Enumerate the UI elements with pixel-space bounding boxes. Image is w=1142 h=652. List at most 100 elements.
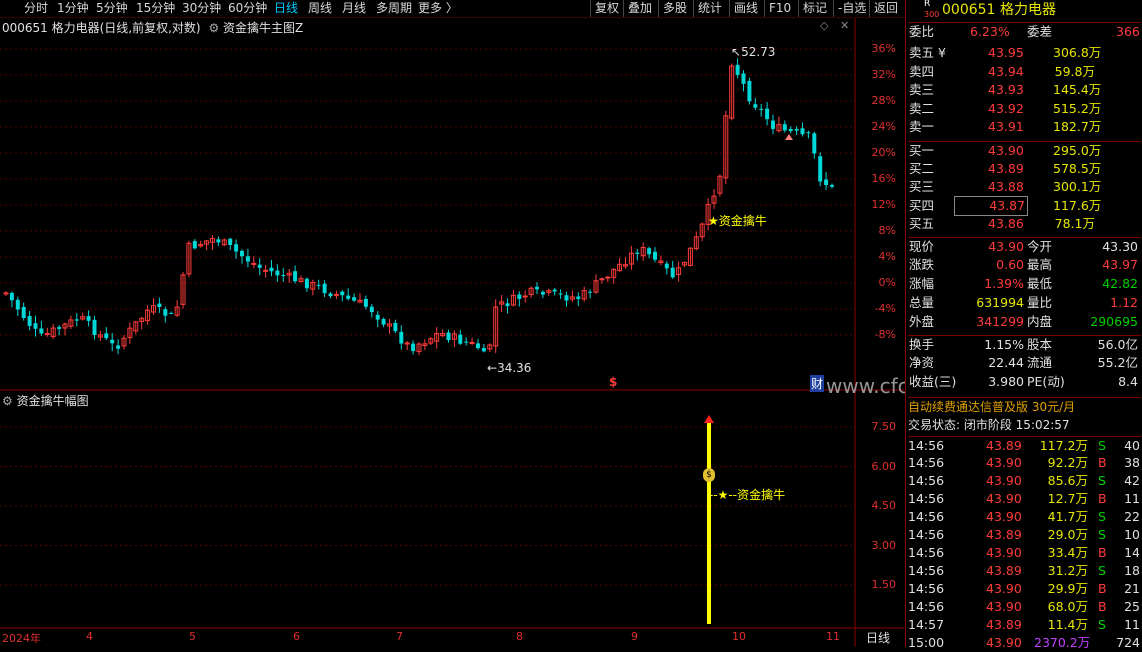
bid-label: 买二: [909, 160, 935, 176]
toolbar-button-2[interactable]: 多股: [663, 1, 687, 15]
tab-0[interactable]: 分时: [24, 1, 48, 15]
candle-body-down: [157, 303, 162, 308]
tick-time: 14:56: [908, 599, 945, 614]
candle-body-down: [393, 322, 398, 332]
candle-body-up: [3, 292, 9, 295]
candle-body-down: [824, 179, 829, 186]
bid-price[interactable]: 43.87: [954, 195, 1028, 216]
toolbar-button-7[interactable]: -自选: [838, 1, 866, 15]
ask-label: 卖四: [909, 63, 935, 79]
bid-price[interactable]: 43.89: [988, 160, 1024, 178]
bid-volume: 578.5万: [1053, 160, 1102, 176]
chart-title-text: 000651 格力电器(日线,前复权,对数): [2, 21, 201, 35]
tab-3[interactable]: 15分钟: [136, 1, 175, 15]
candle-body-down: [806, 132, 811, 134]
indicator-name[interactable]: 资金擒牛主图Z: [223, 21, 303, 35]
bid-row: 买四 43.87 117.6万: [908, 195, 1141, 216]
ask-price[interactable]: 43.94: [988, 63, 1024, 81]
bid-label: 买三: [909, 179, 935, 194]
tick-time: 15:00: [908, 635, 945, 650]
tick-time: 14:56: [908, 455, 945, 470]
candle-body-down: [765, 108, 770, 120]
candle-body-down: [782, 124, 787, 131]
tick-time: 14:56: [908, 438, 945, 453]
candle-body-down: [540, 291, 545, 295]
candle-body-down: [476, 343, 480, 349]
toolbar-button-1[interactable]: 叠加: [628, 1, 652, 15]
period-label[interactable]: 日线: [866, 629, 890, 646]
bid-price[interactable]: 43.86: [988, 215, 1024, 233]
stat2-label: 股本: [1027, 337, 1053, 352]
ask-label: 卖一: [909, 119, 935, 134]
tab-2[interactable]: 5分钟: [96, 1, 128, 15]
tab-10[interactable]: 更多 〉: [418, 1, 458, 15]
candle-body-down: [381, 319, 386, 325]
toolbar-separator: [693, 0, 694, 17]
candle-body-down: [110, 339, 115, 344]
toolbar-button-4[interactable]: 画线: [734, 1, 758, 15]
candle-body-down: [369, 306, 374, 313]
tab-1[interactable]: 1分钟: [57, 1, 89, 15]
candle-body-down: [647, 248, 652, 255]
finance-marker-icon[interactable]: 财: [810, 375, 825, 392]
sub-gear-icon[interactable]: ⚙: [2, 394, 13, 408]
bid-price[interactable]: 43.88: [988, 178, 1024, 196]
candle-body-down: [558, 293, 563, 295]
stat2-row: 收益(三) 3.980 PE(动) 8.4: [908, 373, 1141, 391]
ask-price[interactable]: 43.92: [988, 100, 1024, 118]
tick-side: B: [1098, 581, 1107, 596]
ask-volume: 145.4万: [1053, 82, 1102, 97]
tab-8[interactable]: 月线: [342, 1, 366, 15]
ask-price[interactable]: 43.91: [988, 118, 1024, 136]
tick-count: 11: [1124, 491, 1140, 506]
ask-volume: 182.7万: [1053, 119, 1102, 134]
ask-price[interactable]: 43.95: [988, 44, 1024, 62]
tab-7[interactable]: 周线: [308, 1, 332, 15]
candle-body-down: [39, 328, 44, 334]
tick-volume: 68.0万: [1047, 599, 1088, 614]
tick-time: 14:56: [908, 563, 945, 578]
badge-top: R: [924, 0, 931, 9]
tab-4[interactable]: 30分钟: [182, 1, 221, 15]
tick-price: 43.89: [986, 527, 1022, 542]
candle-body-down: [163, 309, 168, 316]
toolbar-button-0[interactable]: 复权: [595, 1, 619, 15]
tick-time: 14:56: [908, 527, 945, 542]
candle-body-down: [92, 319, 97, 335]
toolbar-button-6[interactable]: 标记: [803, 1, 827, 15]
sub-y-tick-label: 1.50: [871, 578, 897, 591]
toolbar-button-3[interactable]: 统计: [698, 1, 722, 15]
tick-price: 43.89: [986, 563, 1022, 578]
indicator-gear-icon[interactable]: ⚙: [208, 21, 219, 35]
weibi-value: 6.23%: [970, 24, 1010, 39]
ask-price[interactable]: 43.93: [988, 81, 1024, 99]
ask-volume: 59.8万: [1054, 63, 1095, 79]
close-panel-icon[interactable]: ✕: [840, 19, 849, 32]
toolbar-separator: [764, 0, 765, 17]
tab-6[interactable]: 日线: [274, 1, 298, 15]
candle-body-down: [257, 264, 262, 268]
bid-row: 买五 43.86 78.1万: [908, 215, 1141, 233]
kline-chart[interactable]: [0, 18, 904, 647]
tick-row: 14:56 43.90 12.7万 B 11: [908, 490, 1141, 508]
candle-body-down: [316, 284, 321, 286]
tab-9[interactable]: 多周期: [376, 1, 412, 15]
candle-body-up: [251, 262, 257, 265]
y-tick-label: 12%: [871, 198, 896, 211]
dollar-marker-icon[interactable]: $: [609, 375, 617, 389]
trade-status: 交易状态: 闭市阶段 15:02:57: [908, 418, 1070, 432]
stat2-value: 8.4: [1118, 374, 1138, 389]
toolbar-button-8[interactable]: 返回: [874, 1, 898, 15]
candle-body-down: [830, 184, 834, 187]
tick-side: S: [1098, 438, 1106, 453]
candle-body-down: [411, 343, 416, 352]
stat2-label: 换手: [909, 337, 935, 352]
candle-body-down: [240, 250, 244, 257]
toolbar-button-5[interactable]: F10: [769, 1, 791, 15]
candle-body-up: [44, 333, 50, 336]
promo-banner[interactable]: 自动续费通达信普及版 30元/月: [908, 397, 1141, 416]
candle-body-down: [576, 296, 581, 299]
bid-price[interactable]: 43.90: [988, 142, 1024, 160]
tab-5[interactable]: 60分钟: [228, 1, 267, 15]
expand-icon[interactable]: ◇: [820, 19, 828, 32]
